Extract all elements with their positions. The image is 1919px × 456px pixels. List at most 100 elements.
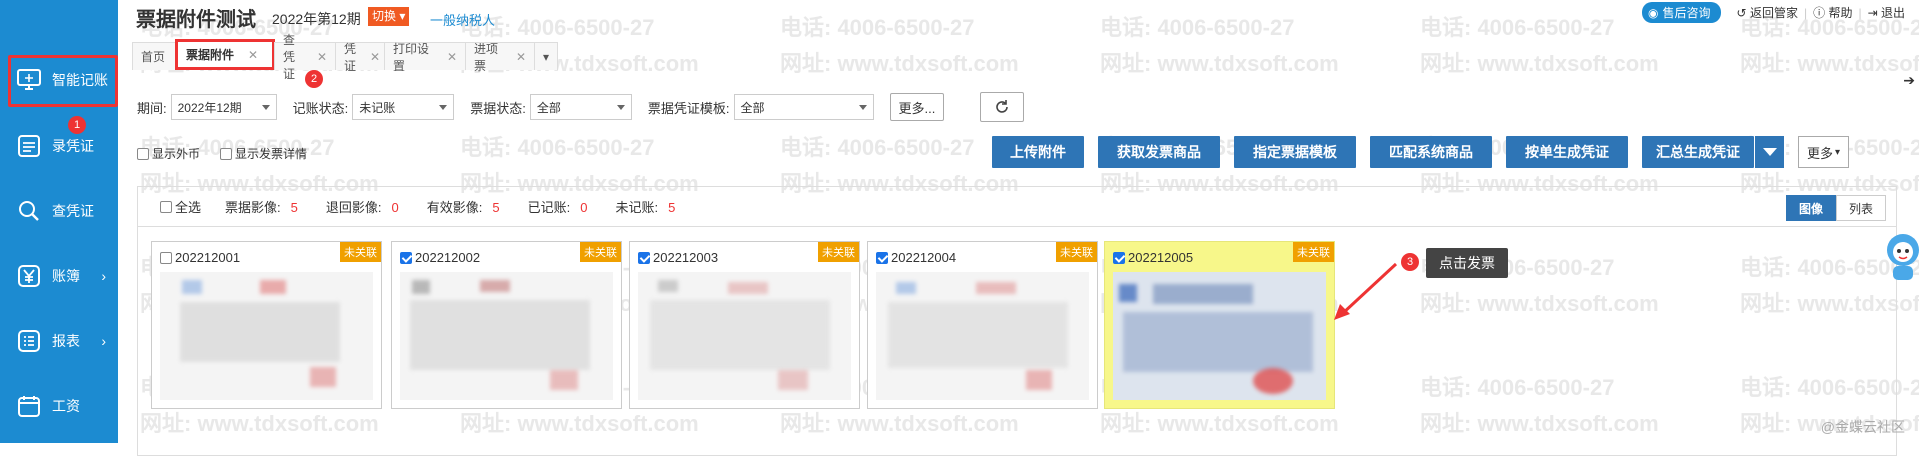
list-view-button[interactable]: 列表 [1836, 195, 1886, 221]
period-label: 期间: [137, 98, 167, 117]
tab-overflow-dropdown[interactable]: ▾ [534, 42, 558, 70]
period-select[interactable]: 2022年12期 [171, 94, 277, 120]
bill-thumbnail[interactable] [638, 272, 851, 400]
bill-checkbox[interactable] [160, 252, 172, 264]
mascot-icon[interactable] [1881, 228, 1919, 284]
checkbox-label: 显示外币 [152, 145, 200, 162]
close-icon[interactable]: ✕ [317, 50, 327, 64]
upload-attachment-button[interactable]: 上传附件 [992, 136, 1084, 168]
watermark-text: 电话: 4006-6500-27 [780, 10, 974, 42]
after-sales-button[interactable]: ◉ 售后咨询 [1642, 2, 1721, 23]
logout-icon: ⇥ [1868, 6, 1878, 20]
voucher-template-select[interactable]: 全部 [734, 94, 874, 120]
close-icon[interactable]: ✕ [248, 48, 258, 62]
bill-card-selected[interactable]: 202212005 未关联 [1104, 241, 1335, 409]
close-icon[interactable]: ✕ [370, 50, 380, 64]
divider: | [1858, 6, 1861, 20]
stat-value: 0 [580, 200, 587, 215]
divider: | [1804, 6, 1807, 20]
tab-input-invoice[interactable]: 进项票✕ [465, 42, 535, 70]
status-badge: 未关联 [1056, 242, 1097, 262]
booking-status-select[interactable]: 未记账 [352, 94, 454, 120]
stat-returned-images: 退回影像:0 [326, 197, 399, 216]
fetch-invoice-goods-button[interactable]: 获取发票商品 [1098, 136, 1220, 168]
sidebar-item-salary[interactable]: 工资 [0, 376, 118, 436]
pin-icon[interactable]: ➔ [1903, 72, 1915, 89]
chevron-right-icon: › [101, 268, 106, 284]
back-label: 返回管家 [1750, 4, 1798, 21]
brand-watermark: @金蝶云社区 [1821, 417, 1905, 437]
bill-checkbox[interactable] [638, 252, 650, 264]
show-foreign-currency-checkbox[interactable]: 显示外币 [137, 145, 200, 162]
stat-label: 已记账: [528, 200, 571, 215]
bill-number: 202212004 [891, 250, 956, 265]
sidebar-item-query-voucher[interactable]: 查凭证 [0, 181, 118, 241]
stat-label: 未记账: [615, 200, 658, 215]
close-icon[interactable]: ✕ [447, 50, 457, 64]
bill-card[interactable]: 202212001 未关联 [151, 241, 382, 409]
assign-bill-template-button[interactable]: 指定票据模板 [1234, 136, 1356, 168]
select-all-checkbox[interactable]: 全选 [160, 197, 201, 216]
more-filters-button[interactable]: 更多... [890, 93, 945, 121]
bill-thumbnail[interactable] [160, 272, 373, 400]
bill-card-header: 202212002 [400, 250, 480, 265]
voucher-template-label: 票据凭证模板: [648, 98, 730, 117]
close-icon[interactable]: ✕ [516, 50, 526, 64]
bill-thumbnail[interactable] [400, 272, 613, 400]
taxpayer-type-link[interactable]: 一般纳税人 [430, 10, 495, 29]
tab-query-voucher[interactable]: 查凭证✕ [274, 42, 336, 70]
bill-card[interactable]: 202212004 未关联 [867, 241, 1098, 409]
summary-generate-voucher-button[interactable]: 汇总生成凭证 [1642, 136, 1754, 168]
watermark-text: 网址: www.tdxsoft.com [1100, 46, 1339, 78]
bill-number: 202212005 [1128, 250, 1193, 265]
bill-card[interactable]: 202212002 未关联 [391, 241, 622, 409]
bill-checkbox[interactable] [876, 252, 888, 264]
tab-bill-attachments[interactable]: 票据附件✕ [175, 39, 275, 70]
summary-generate-dropdown[interactable] [1754, 136, 1784, 168]
sidebar-item-reports[interactable]: 报表 › [0, 311, 118, 371]
stat-booked: 已记账: 0 [528, 197, 588, 216]
checkbox-box [220, 148, 232, 160]
action-toolbar: 上传附件 获取发票商品 指定票据模板 匹配系统商品 按单生成凭证 汇总生成凭证 … [992, 136, 1849, 168]
match-system-goods-button[interactable]: 匹配系统商品 [1370, 136, 1492, 168]
select-value: 未记账 [359, 99, 395, 116]
logout-link[interactable]: ⇥ 退出 [1868, 4, 1905, 21]
sidebar-item-label: 账簿 [52, 266, 80, 286]
bill-card[interactable]: 202212003 未关联 [629, 241, 860, 409]
help-link[interactable]: ⓘ 帮助 [1813, 4, 1852, 21]
stat-value: 0 [392, 200, 399, 215]
undo-icon: ↺ [1737, 6, 1747, 20]
voucher-entry-icon [16, 133, 42, 159]
bill-status-select[interactable]: 全部 [530, 94, 632, 120]
sidebar-item-ledger[interactable]: 账簿 › [0, 246, 118, 306]
tab-home[interactable]: 首页 [132, 42, 176, 70]
bill-card-header: 202212001 [160, 250, 240, 265]
logout-label: 退出 [1881, 4, 1905, 21]
image-view-button[interactable]: 图像 [1786, 195, 1836, 221]
watermark-text: 网址: www.tdxsoft.com [1420, 46, 1659, 78]
generate-voucher-per-bill-button[interactable]: 按单生成凭证 [1506, 136, 1628, 168]
caret-down-icon: ▾ [399, 9, 405, 23]
show-invoice-detail-checkbox[interactable]: 显示发票详情 [220, 145, 307, 162]
checkbox-box [160, 201, 172, 213]
more-actions-button[interactable]: 更多▾ [1798, 136, 1849, 168]
help-label: 帮助 [1828, 4, 1852, 21]
back-to-manager-link[interactable]: ↺ 返回管家 [1737, 4, 1798, 21]
tab-voucher[interactable]: 凭证✕ [335, 42, 385, 70]
sidebar: 智能记账 1 录凭证 查凭证 账簿 › 报表 › 工资 [0, 0, 118, 443]
sidebar-item-voucher-entry[interactable]: 录凭证 [0, 116, 118, 176]
salary-calendar-icon [16, 393, 42, 419]
bill-thumbnail[interactable] [876, 272, 1089, 400]
bill-card-header: 202212005 [1113, 250, 1193, 265]
bill-checkbox[interactable] [1113, 252, 1125, 264]
sidebar-item-label: 录凭证 [52, 136, 94, 156]
bill-checkbox[interactable] [400, 252, 412, 264]
bill-thumbnail[interactable] [1113, 272, 1326, 400]
period-text: 2022年第12期 [272, 9, 361, 29]
chevron-right-icon: › [101, 333, 106, 349]
bill-card-header: 202212003 [638, 250, 718, 265]
bill-number: 202212001 [175, 250, 240, 265]
switch-button[interactable]: 切换 ▾ [368, 7, 409, 26]
tab-print-settings[interactable]: 打印设置✕ [384, 42, 466, 70]
refresh-button[interactable] [980, 92, 1024, 122]
